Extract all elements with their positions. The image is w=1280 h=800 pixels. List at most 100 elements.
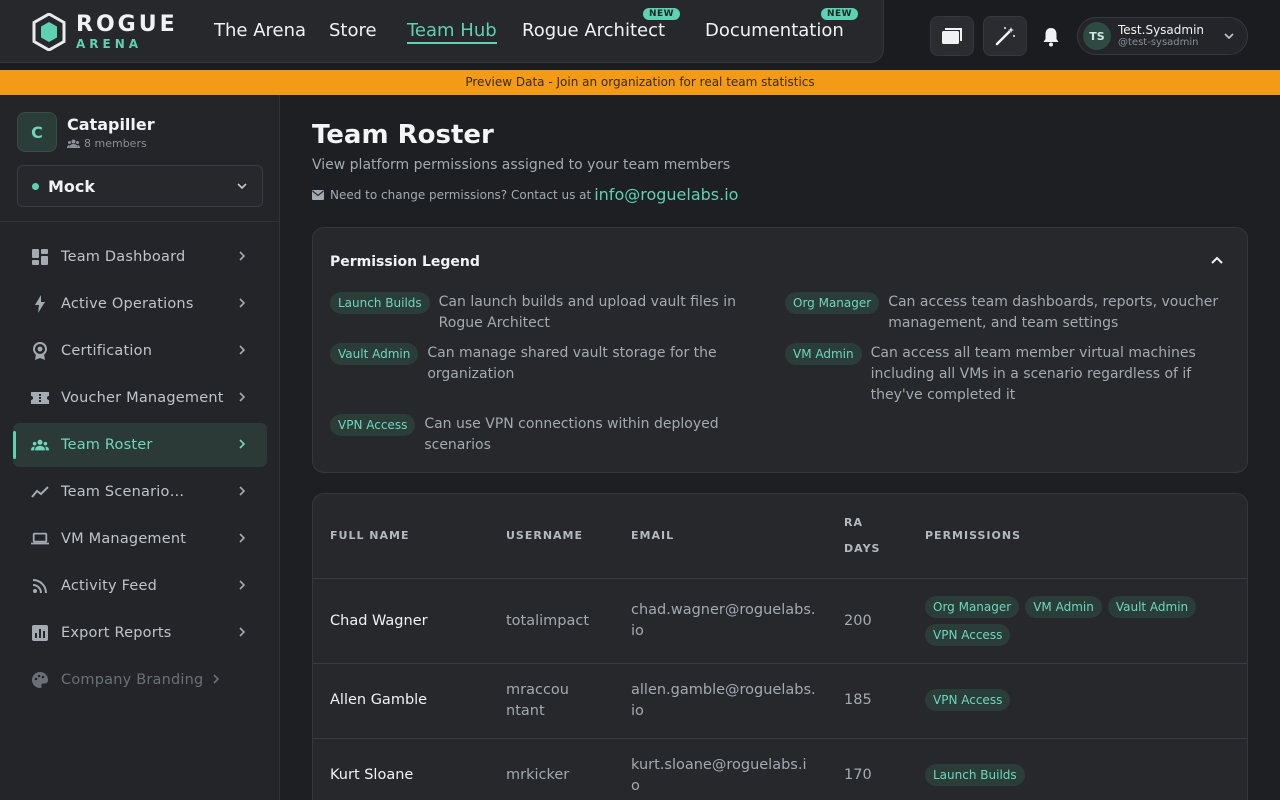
top-navigation-bar: ROGUE ARENA The Arena Store Team Hub Rog… <box>0 0 1280 70</box>
sidebar-item-label: Certification <box>61 343 153 359</box>
permission-chip: Org Manager <box>925 596 1020 618</box>
member-count: 8 members <box>84 136 147 150</box>
mail-icon <box>312 189 324 200</box>
permissions-list: Org Manager VM Admin Vault Admin VPN Acc… <box>925 596 1225 646</box>
permission-legend-card: Permission Legend Launch Builds Can laun… <box>312 227 1248 473</box>
sidebar-item-label: Team Scenario… <box>61 484 185 500</box>
magic-wand-button[interactable] <box>983 16 1027 56</box>
vault-folder-button[interactable] <box>930 16 974 56</box>
hexagon-logo-icon <box>32 13 66 51</box>
nav-link-rogue-architect[interactable]: Rogue Architect <box>522 20 665 41</box>
cell-username: mraccountant <box>506 682 569 719</box>
permissions-list: Launch Builds <box>925 764 1225 786</box>
cell-full-name: Allen Gamble <box>330 692 428 708</box>
roster-table: FULL NAME USERNAME EMAIL RA DAYS PERMISS… <box>312 493 1248 800</box>
cell-full-name: Kurt Sloane <box>330 767 414 783</box>
cell-username: mrkicker <box>506 767 570 783</box>
sidebar-item-vm-management[interactable]: VM Management <box>13 517 267 561</box>
chart-icon <box>31 624 49 642</box>
chevron-right-icon <box>239 345 246 355</box>
new-badge: NEW <box>821 8 859 20</box>
legend-description: Can use VPN connections within deployed … <box>424 416 719 453</box>
contact-line: Need to change permissions? Contact us a… <box>312 185 738 204</box>
chevron-down-icon <box>1224 33 1234 40</box>
status-dot <box>32 182 39 190</box>
permission-chip: Org Manager <box>785 292 880 314</box>
legend-item: VM Admin Can access all team member virt… <box>785 343 1235 406</box>
logo-wordmark: ROGUE <box>76 12 178 37</box>
sidebar-item-team-dashboard[interactable]: Team Dashboard <box>13 235 267 279</box>
chevron-down-icon <box>237 183 247 190</box>
legend-item: Org Manager Can access team dashboards, … <box>785 292 1235 334</box>
sidebar-divider <box>0 221 279 222</box>
chevron-right-icon <box>239 533 246 543</box>
new-badge: NEW <box>643 8 681 20</box>
permission-chip: VM Admin <box>785 343 862 365</box>
dashboard-icon <box>31 248 49 266</box>
nav-link-store[interactable]: Store <box>329 20 377 41</box>
permission-chip: Launch Builds <box>925 764 1025 786</box>
contact-email-link[interactable]: info@roguelabs.io <box>594 185 738 204</box>
contact-text: Need to change permissions? Contact us a… <box>330 187 592 202</box>
cell-ra-days: 185 <box>844 692 872 708</box>
column-header-ra-days: RA DAYS <box>844 516 881 555</box>
legend-description: Can access team dashboards, reports, vou… <box>888 294 1219 331</box>
permission-chip: Launch Builds <box>330 292 430 314</box>
chevron-right-icon <box>239 251 246 261</box>
legend-description: Can access all team member virtual machi… <box>870 345 1196 403</box>
cell-username: totalimpact <box>506 613 590 629</box>
column-header-username: USERNAME <box>506 529 584 542</box>
page-subtitle: View platform permissions assigned to yo… <box>312 157 731 173</box>
sidebar-item-team-roster[interactable]: Team Roster <box>13 423 267 467</box>
sidebar-item-export-reports[interactable]: Export Reports <box>13 611 267 655</box>
award-icon <box>31 342 49 360</box>
column-header-full-name: FULL NAME <box>330 529 410 542</box>
chevron-right-icon <box>239 298 246 308</box>
nav-link-the-arena[interactable]: The Arena <box>214 20 306 41</box>
permission-chip: Vault Admin <box>1107 596 1197 618</box>
sidebar-item-label: Voucher Management <box>61 390 224 406</box>
chevron-up-icon[interactable] <box>1209 252 1225 268</box>
permission-chip: Vault Admin <box>330 343 419 365</box>
legend-item: Vault Admin Can manage shared vault stor… <box>330 343 750 385</box>
sidebar-item-label: Activity Feed <box>61 578 158 594</box>
chevron-right-icon <box>239 627 246 637</box>
rss-icon <box>31 577 49 595</box>
sidebar-item-voucher-management[interactable]: Voucher Management <box>13 376 267 420</box>
sidebar-item-activity-feed[interactable]: Activity Feed <box>13 564 267 608</box>
members-icon <box>67 139 80 148</box>
palette-icon <box>31 671 49 689</box>
legend-item: VPN Access Can use VPN connections withi… <box>330 414 750 456</box>
chevron-right-icon <box>239 439 246 449</box>
people-icon <box>31 436 49 454</box>
nav-link-team-hub[interactable]: Team Hub <box>407 20 497 44</box>
chevron-right-icon <box>239 392 246 402</box>
permission-chip: VM Admin <box>1025 596 1102 618</box>
sidebar-item-label: Active Operations <box>61 296 194 312</box>
user-menu[interactable]: TS Test.Sysadmin @test-sysadmin <box>1077 17 1248 55</box>
organization-header: C Catapiller 8 members <box>17 112 155 152</box>
ticket-icon <box>31 389 49 407</box>
cell-email: allen.gamble@roguelabs.io <box>631 682 816 719</box>
permission-chip: VPN Access <box>925 624 1011 646</box>
folders-icon <box>942 28 962 44</box>
sidebar-item-team-scenarios[interactable]: Team Scenario… <box>13 470 267 514</box>
rogue-arena-logo[interactable]: ROGUE ARENA <box>32 12 192 52</box>
nav-link-documentation[interactable]: Documentation <box>705 20 844 41</box>
sidebar-item-active-operations[interactable]: Active Operations <box>13 282 267 326</box>
team-select[interactable]: Mock <box>17 165 263 207</box>
notifications-bell-icon[interactable] <box>1040 26 1062 48</box>
table-row[interactable]: Kurt Sloane mrkicker kurt.sloane@roguela… <box>313 739 1247 800</box>
cell-full-name: Chad Wagner <box>330 613 428 629</box>
avatar: TS <box>1083 22 1111 50</box>
team-select-value: Mock <box>48 176 96 196</box>
sidebar-item-certification[interactable]: Certification <box>13 329 267 373</box>
legend-description: Can manage shared vault storage for the … <box>427 345 717 382</box>
table-row[interactable]: Chad Wagner totalimpact chad.wagner@rogu… <box>313 579 1247 664</box>
table-row[interactable]: Allen Gamble mraccountant allen.gamble@r… <box>313 664 1247 739</box>
magic-wand-icon <box>995 27 1015 46</box>
chevron-right-icon <box>239 486 246 496</box>
logo-subtitle: ARENA <box>76 37 143 51</box>
legend-item: Launch Builds Can launch builds and uplo… <box>330 292 750 334</box>
sidebar-item-label: VM Management <box>61 531 187 547</box>
